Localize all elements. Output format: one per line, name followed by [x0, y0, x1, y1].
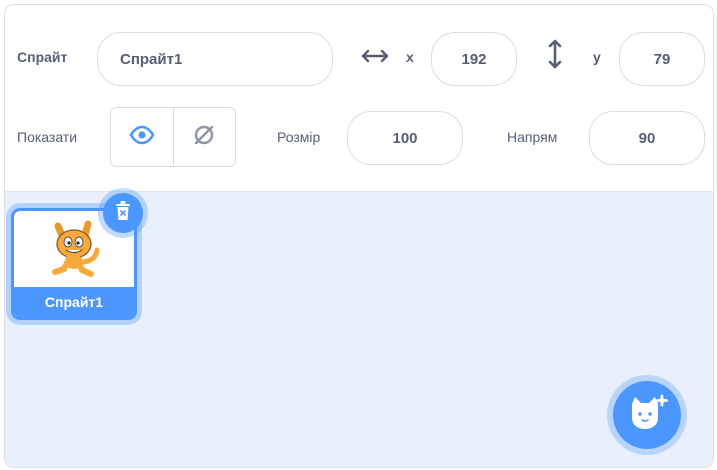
show-label: Показати — [17, 129, 78, 145]
size-label: Розмір — [277, 129, 321, 145]
sprite-tile-name: Спрайт1 — [14, 287, 134, 317]
visibility-toggle — [110, 107, 236, 167]
hide-eye-icon — [191, 122, 217, 153]
sprite-properties: Спрайт Спрайт1 x 192 y 79 Показати Розмі… — [5, 5, 713, 192]
x-arrows-icon — [361, 45, 389, 72]
trash-icon — [114, 200, 132, 227]
delete-sprite-button[interactable] — [103, 193, 143, 233]
show-eye-icon — [129, 125, 155, 150]
add-sprite-button[interactable] — [613, 381, 681, 449]
sprite-name-input[interactable]: Спрайт1 — [97, 32, 333, 86]
show-button[interactable] — [111, 108, 173, 166]
hide-button[interactable] — [172, 108, 236, 166]
x-label: x — [406, 49, 414, 65]
y-arrows-icon — [545, 38, 565, 75]
sprite-label: Спрайт — [17, 49, 68, 65]
size-input[interactable]: 100 — [347, 111, 463, 165]
add-sprite-cat-icon — [625, 394, 669, 437]
y-position-input[interactable]: 79 — [619, 32, 705, 86]
y-label: y — [593, 49, 601, 65]
x-position-input[interactable]: 192 — [431, 32, 517, 86]
direction-label: Напрям — [507, 129, 558, 145]
sprite-list-pane: Спрайт1 — [5, 192, 713, 467]
sprite-info-panel: Спрайт Спрайт1 x 192 y 79 Показати Розмі… — [4, 4, 714, 468]
direction-input[interactable]: 90 — [589, 111, 705, 165]
